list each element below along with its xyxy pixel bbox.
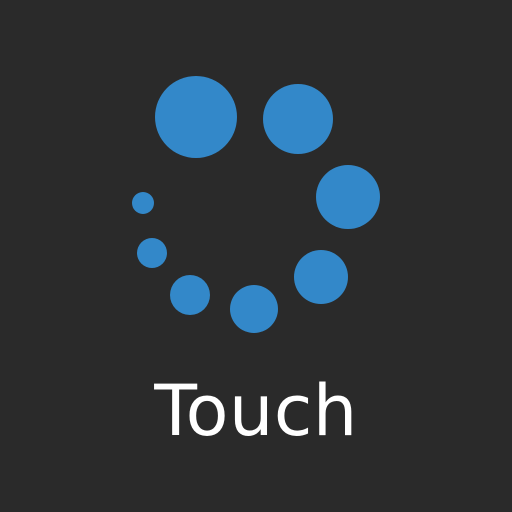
spinner-dot-6 [170,275,210,315]
spinner-dot-5 [230,285,278,333]
spinner-dot-4 [294,250,348,304]
spinner-dot-1 [155,76,237,158]
touch-app-icon[interactable]: Touch [0,0,512,512]
spinner-dot-7 [137,238,167,268]
spinner-dot-2 [263,84,333,154]
app-label: Touch [154,370,358,452]
spinner-dot-8 [132,192,154,214]
spinner-dot-3 [316,165,380,229]
loading-spinner-icon [132,76,380,333]
